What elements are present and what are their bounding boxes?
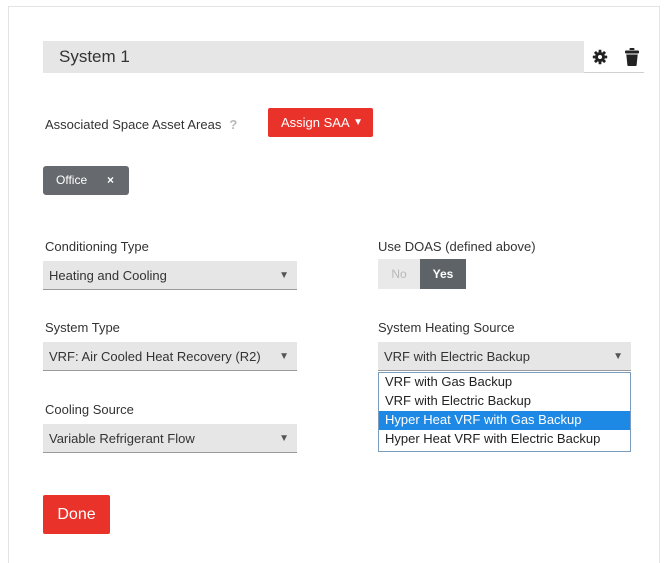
trash-icon[interactable] [622, 47, 642, 67]
cooling-source-select[interactable]: Variable Refrigerant Flow ▼ [43, 424, 297, 453]
system-type-label: System Type [45, 320, 120, 335]
saa-tag: Office × [43, 166, 129, 195]
dropdown-option[interactable]: Hyper Heat VRF with Electric Backup [379, 430, 630, 449]
heating-source-dropdown: VRF with Gas Backup VRF with Electric Ba… [378, 372, 631, 452]
dropdown-option-highlighted[interactable]: Hyper Heat VRF with Gas Backup [379, 411, 630, 430]
chevron-down-icon: ▼ [353, 117, 363, 128]
help-icon[interactable]: ? [229, 117, 237, 132]
done-button[interactable]: Done [43, 495, 110, 534]
chevron-down-icon: ▼ [279, 433, 289, 444]
system-title: System 1 [43, 41, 584, 73]
remove-tag-icon[interactable]: × [107, 166, 114, 195]
chevron-down-icon: ▼ [613, 351, 623, 362]
saa-label-row: Associated Space Asset Areas? [45, 117, 237, 132]
system-type-select[interactable]: VRF: Air Cooled Heat Recovery (R2) ▼ [43, 342, 297, 371]
doas-no-toggle[interactable]: No [378, 259, 420, 289]
conditioning-type-select[interactable]: Heating and Cooling ▼ [43, 261, 297, 290]
cooling-source-value: Variable Refrigerant Flow [49, 431, 195, 446]
heating-source-label: System Heating Source [378, 320, 515, 335]
gear-icon[interactable] [590, 47, 610, 67]
title-divider [584, 72, 644, 73]
system-type-value: VRF: Air Cooled Heat Recovery (R2) [49, 349, 261, 364]
saa-tag-label: Office [56, 173, 88, 187]
cooling-source-label: Cooling Source [45, 402, 134, 417]
dropdown-option[interactable]: VRF with Electric Backup [379, 392, 630, 411]
chevron-down-icon: ▼ [279, 270, 289, 281]
assign-saa-label: Assign SAA [281, 115, 350, 130]
saa-label: Associated Space Asset Areas [45, 117, 222, 132]
assign-saa-button[interactable]: Assign SAA ▼ [268, 108, 373, 137]
conditioning-type-label: Conditioning Type [45, 239, 149, 254]
conditioning-type-value: Heating and Cooling [49, 268, 167, 283]
doas-yes-toggle[interactable]: Yes [420, 259, 466, 289]
chevron-down-icon: ▼ [279, 351, 289, 362]
doas-label: Use DOAS (defined above) [378, 239, 536, 254]
heating-source-select[interactable]: VRF with Electric Backup ▼ [378, 342, 631, 371]
heating-source-value: VRF with Electric Backup [384, 349, 530, 364]
dropdown-option[interactable]: VRF with Gas Backup [379, 373, 630, 392]
